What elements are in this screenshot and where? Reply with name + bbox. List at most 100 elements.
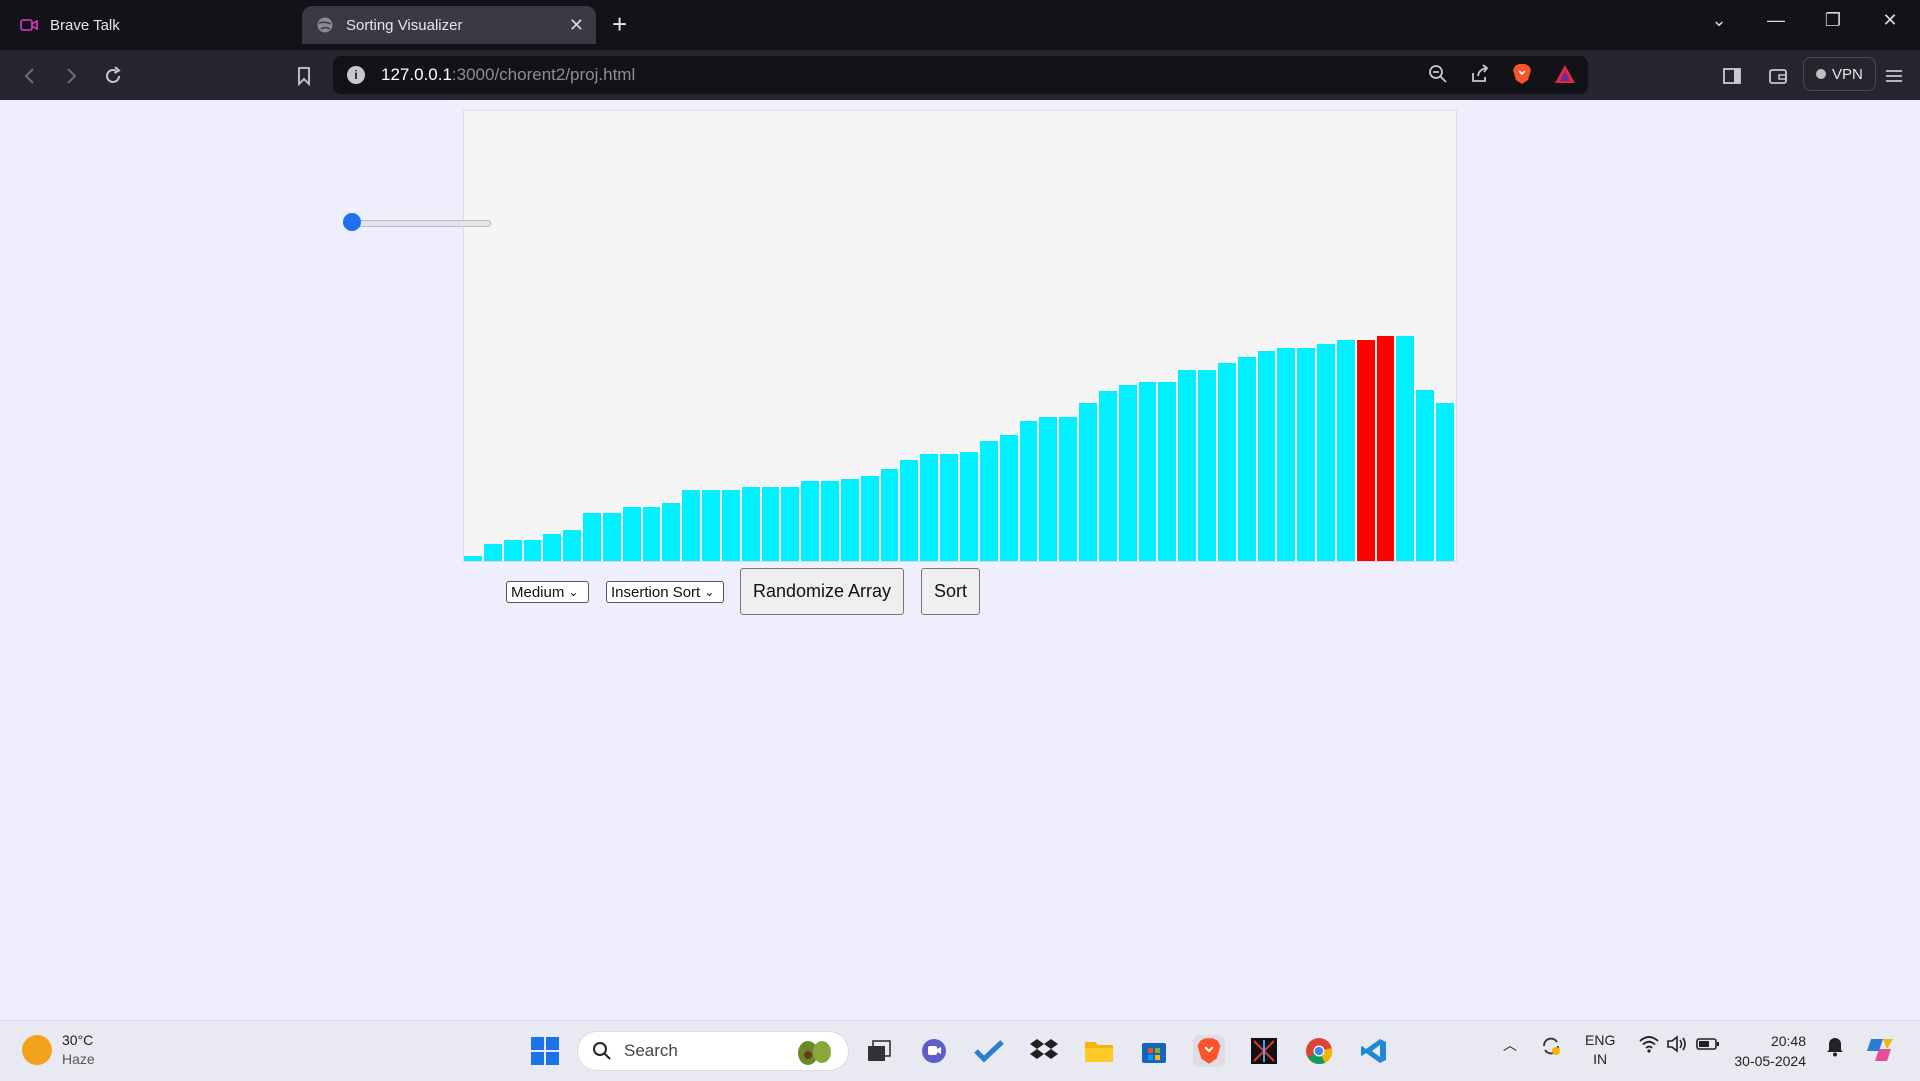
task-view-icon[interactable] [863,1035,895,1067]
wallet-icon[interactable] [1765,63,1791,89]
new-tab-icon[interactable]: + [612,10,627,38]
array-bar [1217,362,1236,561]
array-bar [642,507,661,561]
tab-sorting-visualizer[interactable]: Sorting Visualizer ✕ [302,6,596,44]
file-explorer-icon[interactable] [1083,1035,1115,1067]
video-camera-icon [20,16,38,34]
browser-tab-bar: Brave Talk Sorting Visualizer ✕ + ⌄ — ❐ … [0,0,1920,50]
temperature: 30°C [62,1032,94,1048]
app-icon[interactable] [1248,1035,1280,1067]
array-bar [563,530,582,561]
vpn-button[interactable]: VPN [1803,57,1876,91]
back-icon[interactable] [17,63,43,89]
sort-button[interactable]: Sort [921,568,980,615]
array-bar [702,490,720,561]
microsoft-store-icon[interactable] [1138,1035,1170,1067]
minimize-icon[interactable]: — [1761,10,1791,31]
reload-icon[interactable] [100,63,126,89]
vscode-icon[interactable] [1358,1035,1390,1067]
array-bar [880,469,899,561]
tab-brave-talk[interactable]: Brave Talk [6,6,296,44]
array-bar [1336,339,1355,561]
tab-list-chevron-icon[interactable]: ⌄ [1704,10,1734,31]
url-host: 127.0.0.1 [381,65,452,84]
array-bar [1237,356,1256,561]
zoom-out-icon[interactable] [1428,64,1448,89]
array-bar [483,544,502,561]
chevron-down-icon: ⌄ [568,585,579,599]
clock-time: 20:48 [1770,1033,1806,1049]
array-bar [464,556,482,561]
array-bar [523,540,542,561]
taskbar-search[interactable]: Search [577,1031,849,1071]
wifi-icon[interactable] [1638,1035,1660,1056]
weather-widget[interactable]: 30°C Haze [22,1031,95,1069]
share-icon[interactable] [1470,64,1490,89]
sidebar-icon[interactable] [1719,63,1745,89]
randomize-array-button[interactable]: Randomize Array [740,568,904,615]
battery-icon[interactable] [1696,1035,1720,1056]
slider-track[interactable] [345,220,491,227]
speed-select-value: Medium [511,583,565,601]
array-bar [1098,390,1117,561]
array-bar [1376,336,1395,561]
array-bar [543,534,562,561]
url-text[interactable]: 127.0.0.1:3000/chorent2/proj.html [381,65,635,85]
array-bar [602,513,621,561]
restore-icon[interactable]: ❐ [1818,10,1848,31]
array-bar [1277,347,1296,561]
volume-icon[interactable] [1666,1035,1688,1056]
slider-thumb[interactable] [343,213,361,231]
close-tab-icon[interactable]: ✕ [569,15,584,36]
tab-title: Brave Talk [50,16,120,34]
chevron-down-icon: ⌄ [704,585,715,599]
weather-condition: Haze [62,1051,95,1067]
algorithm-select-value: Insertion Sort [611,583,701,601]
array-bar [741,487,760,561]
array-bar [900,460,919,561]
array-bar [1317,343,1335,561]
todo-icon[interactable] [973,1035,1005,1067]
chevron-up-icon[interactable]: ︿ [1503,1035,1517,1055]
notification-bell-icon[interactable] [1825,1035,1845,1060]
brave-browser-icon[interactable] [1193,1035,1225,1067]
site-info-icon[interactable]: i [347,66,365,84]
sorting-canvas [463,110,1457,562]
bookmark-icon[interactable] [291,63,317,89]
array-bar [801,481,820,561]
array-bar [503,540,522,561]
page-content [0,100,1920,1020]
region-code: IN [1593,1051,1608,1067]
close-window-icon[interactable]: ✕ [1875,10,1905,31]
dropbox-icon[interactable] [1028,1035,1060,1067]
speed-select[interactable]: Medium ⌄ [506,581,589,603]
array-bar [583,513,601,561]
system-clock[interactable]: 20:48 30-05-2024 [1734,1031,1806,1071]
address-bar[interactable]: i 127.0.0.1:3000/chorent2/proj.html [333,56,1588,94]
brave-rewards-icon[interactable] [1554,64,1576,89]
forward-icon[interactable] [58,63,84,89]
array-bar [821,481,839,561]
array-bar [1039,416,1058,561]
array-bar [1356,339,1375,561]
array-bar [682,490,701,561]
sync-icon[interactable] [1540,1035,1562,1060]
array-bar [1436,402,1454,561]
taskbar: 30°C Haze Search ︿ ENG IN 20:48 30-05-20… [0,1020,1920,1081]
array-bar [1297,347,1316,561]
array-bar [960,451,978,561]
array-bar [979,440,998,561]
teams-chat-icon[interactable] [918,1035,950,1067]
copilot-icon[interactable] [1865,1035,1897,1068]
array-bar [781,487,800,561]
language-indicator[interactable]: ENG IN [1585,1031,1615,1069]
chrome-icon[interactable] [1303,1035,1335,1067]
algorithm-select[interactable]: Insertion Sort ⌄ [606,581,724,603]
clock-date: 30-05-2024 [1734,1053,1806,1069]
search-label: Search [624,1041,678,1060]
menu-icon[interactable] [1881,63,1907,89]
language-code: ENG [1585,1032,1616,1048]
windows-start-icon[interactable] [529,1035,561,1067]
array-bar [999,434,1018,561]
brave-shields-icon[interactable] [1512,63,1532,90]
